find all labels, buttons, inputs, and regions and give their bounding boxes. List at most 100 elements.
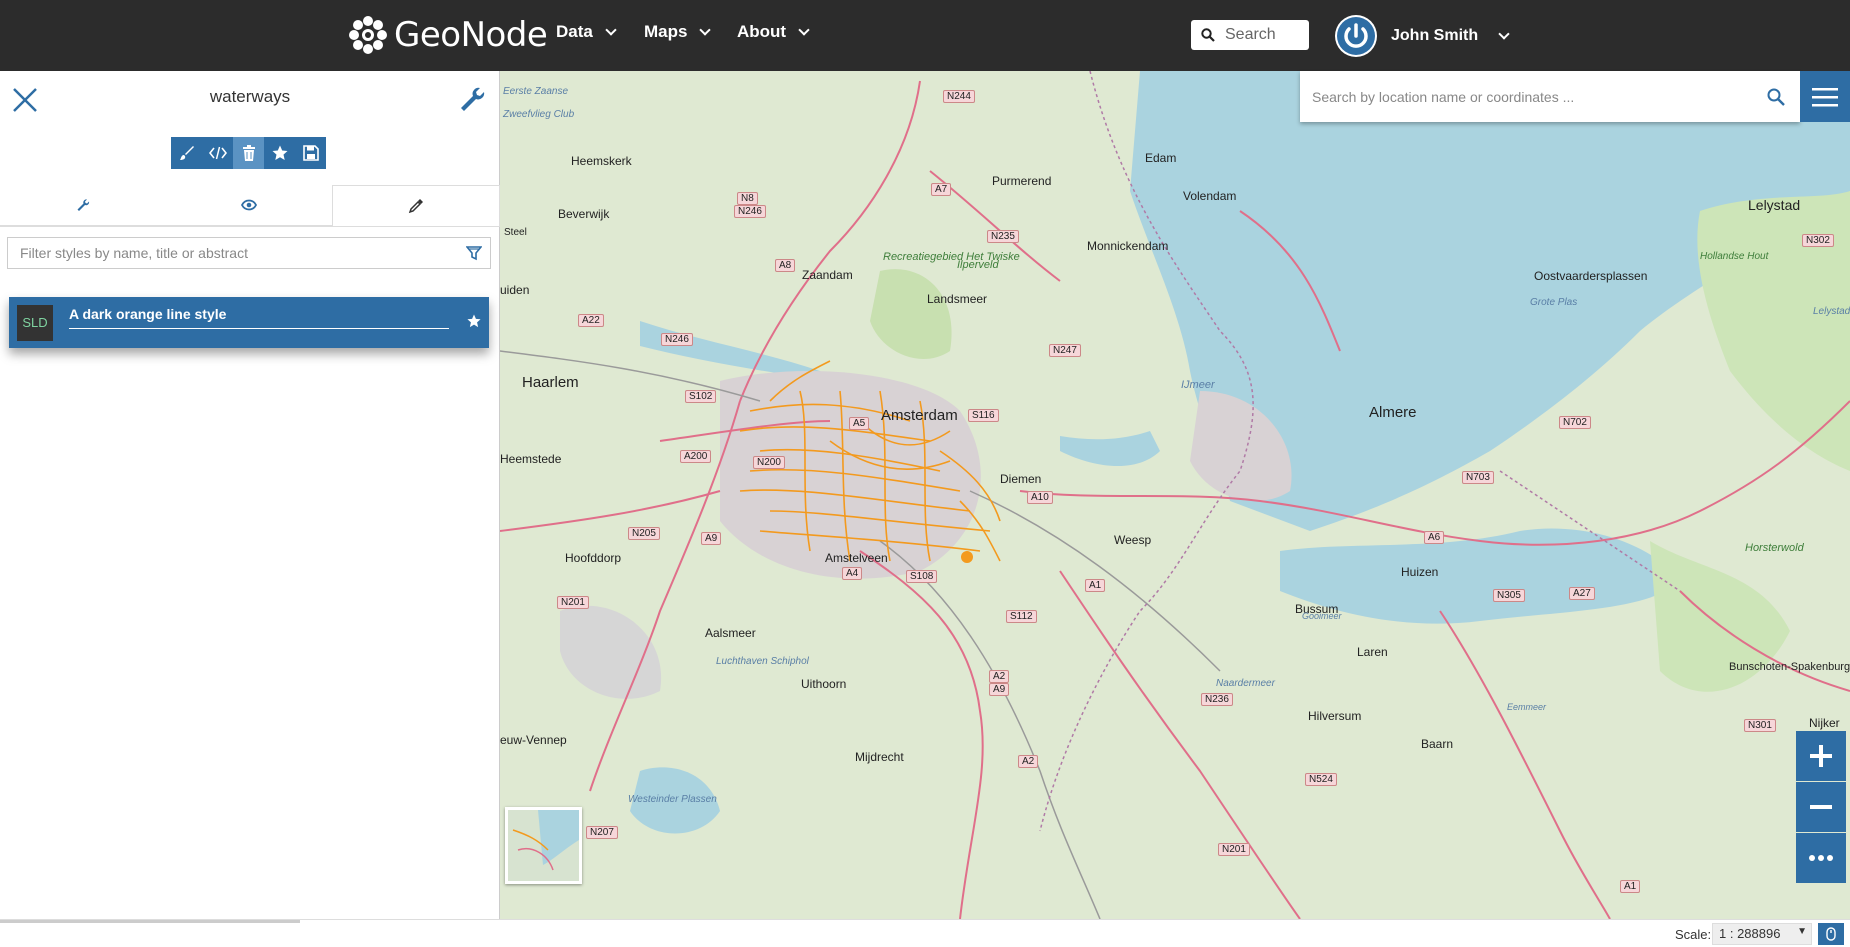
edit-style-button[interactable] bbox=[171, 137, 202, 169]
road-badge: A2 bbox=[989, 670, 1010, 683]
road-badge: S116 bbox=[968, 409, 999, 422]
navbar-search-input[interactable] bbox=[1225, 26, 1305, 44]
style-list-item[interactable]: SLD A dark orange line style bbox=[9, 297, 489, 348]
dropper-icon bbox=[408, 199, 423, 214]
wrench-icon[interactable] bbox=[458, 85, 486, 113]
road-badge: N8 bbox=[737, 192, 758, 205]
road-badge: A6 bbox=[1424, 531, 1445, 544]
map-place-label: Nijker bbox=[1809, 716, 1840, 730]
set-default-style-button[interactable] bbox=[264, 137, 295, 169]
map-place-label: Diemen bbox=[1000, 472, 1042, 486]
top-navbar: GeoNode Data Maps About John Smith bbox=[0, 0, 1850, 71]
background-selector-thumbnail[interactable] bbox=[505, 807, 582, 884]
tab-settings[interactable] bbox=[0, 185, 166, 226]
map-place-label: Bunschoten-Spakenburg bbox=[1729, 661, 1850, 673]
location-search bbox=[1300, 71, 1800, 122]
brush-icon bbox=[179, 146, 194, 160]
nav-menu-maps[interactable]: Maps bbox=[644, 22, 712, 42]
chevron-down-icon bbox=[1498, 28, 1510, 40]
road-badge: N207 bbox=[586, 826, 618, 839]
zoom-in-button[interactable] bbox=[1796, 731, 1846, 781]
road-badge: N236 bbox=[1201, 693, 1233, 706]
star-icon[interactable] bbox=[467, 314, 481, 328]
map-place-label: Recreatiegebied Het Twiske bbox=[883, 251, 1020, 263]
road-badge: A22 bbox=[578, 314, 604, 327]
map-place-label: Lelystad Airport bbox=[1813, 306, 1850, 317]
map-place-label: Amsterdam bbox=[881, 407, 958, 424]
road-badge: A1 bbox=[1620, 880, 1641, 893]
road-badge: N201 bbox=[1218, 843, 1250, 856]
geonode-logo[interactable]: GeoNode bbox=[348, 8, 548, 62]
road-badge: A1 bbox=[1085, 579, 1106, 592]
footer-settings-button[interactable] bbox=[1818, 923, 1844, 945]
nav-menu-data[interactable]: Data bbox=[556, 22, 617, 42]
tab-display[interactable] bbox=[166, 185, 332, 226]
map-basemap bbox=[500, 71, 1850, 919]
scale-label: Scale: bbox=[1675, 927, 1712, 942]
map-place-label: Aalsmeer bbox=[705, 626, 756, 640]
map-place-label: Eerste Zaanse bbox=[503, 86, 569, 97]
sld-badge: SLD bbox=[17, 304, 53, 341]
map-place-label: uiden bbox=[500, 283, 530, 297]
nav-menu-label: Maps bbox=[644, 22, 688, 41]
minimap-preview bbox=[508, 810, 579, 881]
ellipsis-icon bbox=[1809, 855, 1833, 861]
menu-button[interactable] bbox=[1800, 71, 1850, 122]
map-place-label: Gooimeer bbox=[1302, 611, 1342, 621]
road-badge: N305 bbox=[1493, 589, 1525, 602]
map-place-label: Baarn bbox=[1421, 737, 1454, 751]
delete-style-button[interactable] bbox=[233, 137, 264, 169]
map-place-label: Horsterwold bbox=[1745, 542, 1804, 554]
road-badge: N703 bbox=[1462, 471, 1494, 484]
map-place-label: Zaandam bbox=[802, 268, 853, 282]
road-badge: N246 bbox=[661, 333, 693, 346]
search-icon[interactable] bbox=[1766, 87, 1786, 107]
caret-down-icon: ▼ bbox=[1797, 926, 1807, 937]
more-tools-button[interactable] bbox=[1796, 833, 1846, 883]
panel-title: waterways bbox=[209, 87, 291, 106]
road-badge: N200 bbox=[753, 456, 785, 469]
road-badge: A7 bbox=[931, 183, 952, 196]
code-editor-button[interactable] bbox=[202, 137, 233, 169]
location-search-input[interactable] bbox=[1312, 88, 1766, 105]
road-badge: A5 bbox=[849, 417, 870, 430]
star-icon bbox=[272, 145, 287, 160]
road-badge: N524 bbox=[1305, 773, 1337, 786]
style-filter bbox=[7, 237, 491, 269]
road-badge: N201 bbox=[557, 596, 589, 609]
map-place-label: Ilperveld bbox=[957, 259, 999, 271]
horizontal-scrollbar[interactable] bbox=[0, 920, 300, 923]
nav-menu-about[interactable]: About bbox=[737, 22, 810, 42]
road-badge: S108 bbox=[906, 570, 938, 583]
map-place-label: Heemstede bbox=[500, 452, 562, 466]
map-place-label: Steel bbox=[504, 227, 527, 238]
road-badge: N301 bbox=[1744, 719, 1776, 732]
filter-icon[interactable] bbox=[466, 245, 482, 261]
plus-icon bbox=[1810, 745, 1832, 767]
road-badge: A9 bbox=[989, 683, 1010, 696]
map-place-label: Edam bbox=[1145, 151, 1177, 165]
map-place-label: Hollandse Hout bbox=[1700, 251, 1769, 262]
map-place-label: Monnickendam bbox=[1087, 239, 1169, 253]
map-place-label: Almere bbox=[1369, 404, 1417, 421]
scale-dropdown[interactable]: 1 : 288896 ▼ bbox=[1712, 923, 1812, 945]
save-button[interactable] bbox=[295, 137, 326, 169]
map-place-label: Naardermeer bbox=[1216, 678, 1275, 689]
map-place-label: IJmeer bbox=[1181, 379, 1215, 391]
map-canvas[interactable]: Lelystad Edam Purmerend Volendam Heemske… bbox=[500, 71, 1850, 919]
tab-style[interactable] bbox=[332, 185, 500, 226]
mouse-icon bbox=[1826, 927, 1836, 941]
map-place-label: Haarlem bbox=[522, 374, 579, 391]
nav-menu-label: Data bbox=[556, 22, 593, 41]
wrench-icon bbox=[77, 199, 90, 211]
map-place-label: Purmerend bbox=[992, 174, 1052, 188]
map-place-label: Amstelveen bbox=[825, 551, 888, 565]
map-place-label: Uithoorn bbox=[801, 677, 847, 691]
road-badge: A10 bbox=[1027, 491, 1053, 504]
road-badge: N302 bbox=[1802, 234, 1834, 247]
user-menu[interactable]: John Smith bbox=[1335, 15, 1510, 57]
map-place-label: Eemmeer bbox=[1507, 702, 1547, 712]
style-filter-input[interactable] bbox=[20, 245, 466, 261]
zoom-out-button[interactable] bbox=[1796, 782, 1846, 832]
scale-value: 1 : 288896 bbox=[1719, 926, 1781, 941]
